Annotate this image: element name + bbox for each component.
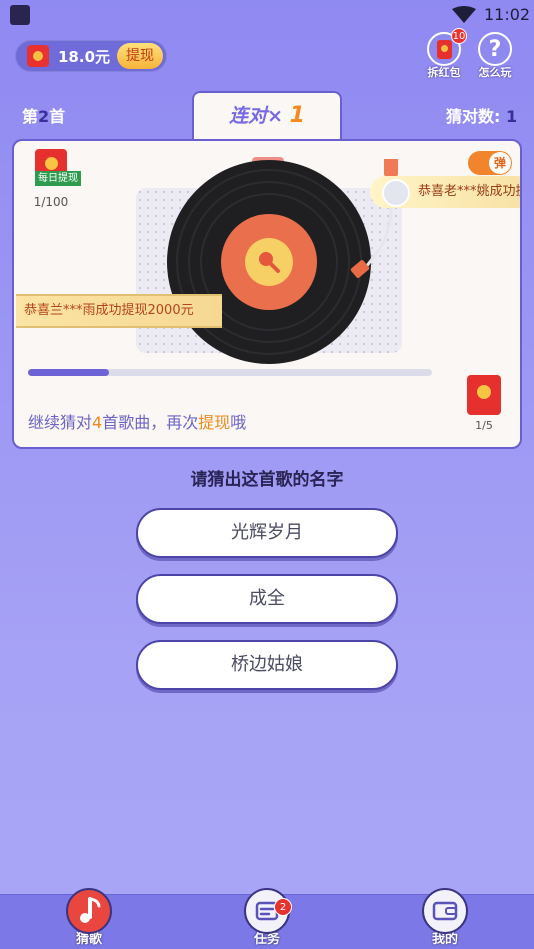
red-envelope-icon — [467, 375, 501, 415]
streak-tab: 连对× 1 — [192, 91, 342, 141]
nav-tasks[interactable]: 2 任务 — [241, 888, 293, 947]
red-packet-icon: 10 — [427, 28, 467, 66]
daily-withdraw[interactable]: 每日提现 — [28, 149, 81, 186]
barrage-toggle[interactable]: 弹 — [468, 151, 512, 175]
guess-count: 猜对数: 1 — [446, 107, 518, 126]
answer-option-3[interactable]: 桥边姑娘 — [136, 640, 398, 690]
withdraw-progress-fill — [28, 369, 109, 376]
withdraw-progress-bar — [28, 369, 432, 376]
winner-marquee-right-text: 恭喜老***姚成功提现 — [418, 184, 520, 199]
answer-option-1[interactable]: 光辉岁月 — [136, 508, 398, 558]
envelope-count: 1/5 — [475, 419, 493, 432]
barrage-toggle-knob: 弹 — [489, 152, 511, 174]
nav-mine[interactable]: 我的 — [419, 888, 471, 947]
notification-icon — [10, 5, 30, 25]
how-to-play-label: 怎么玩 — [478, 66, 512, 79]
song-index: 第2首 — [22, 107, 66, 126]
streak-value: 1 — [289, 103, 305, 128]
winner-marquee-left: 恭喜兰***雨成功提现2000元 — [16, 294, 222, 328]
winner-marquee-right: 恭喜老***姚成功提现 — [370, 176, 520, 208]
task-list-icon: 2 — [244, 888, 292, 934]
music-note-icon — [66, 888, 112, 934]
game-card: 每日提现 1/100 弹 恭喜老***姚成功提现 恭喜兰***雨成功提现2000… — [12, 139, 522, 449]
red-packet-badge: 10 — [451, 28, 467, 44]
avatar — [382, 179, 410, 207]
winner-marquee-left-text: 恭喜兰***雨成功提现2000元 — [24, 303, 194, 318]
balance-pill[interactable]: 18.0元 提现 — [15, 40, 167, 72]
answer-option-2[interactable]: 成全 — [136, 574, 398, 624]
status-bar: 11:02 — [0, 0, 534, 30]
tasks-badge: 2 — [274, 898, 292, 916]
red-packet-label: 拆红包 — [427, 66, 461, 79]
daily-withdraw-progress: 1/100 — [33, 195, 69, 209]
withdraw-button[interactable]: 提现 — [117, 43, 163, 69]
nav-guess-song[interactable]: 猜歌 — [63, 888, 115, 947]
question-text: 请猜出这首歌的名字 — [190, 470, 344, 490]
balance-amount: 18.0元 — [58, 48, 111, 66]
clock: 11:02 — [484, 5, 531, 24]
red-envelope-icon — [27, 45, 49, 67]
wallet-icon — [422, 888, 468, 934]
envelope-reward[interactable]: 1/5 — [466, 375, 502, 432]
question-mark-icon: ? — [478, 32, 512, 66]
progress-hint: 继续猜对4首歌曲，再次提现哦 — [28, 413, 247, 432]
wifi-icon — [452, 6, 476, 23]
how-to-play-button[interactable]: ? 怎么玩 — [475, 32, 515, 79]
streak-label: 连对× — [229, 105, 283, 127]
open-red-packet-button[interactable]: 10 拆红包 — [424, 28, 467, 79]
daily-withdraw-tag: 每日提现 — [35, 171, 81, 186]
daily-envelope-icon: 每日提现 — [35, 149, 81, 186]
